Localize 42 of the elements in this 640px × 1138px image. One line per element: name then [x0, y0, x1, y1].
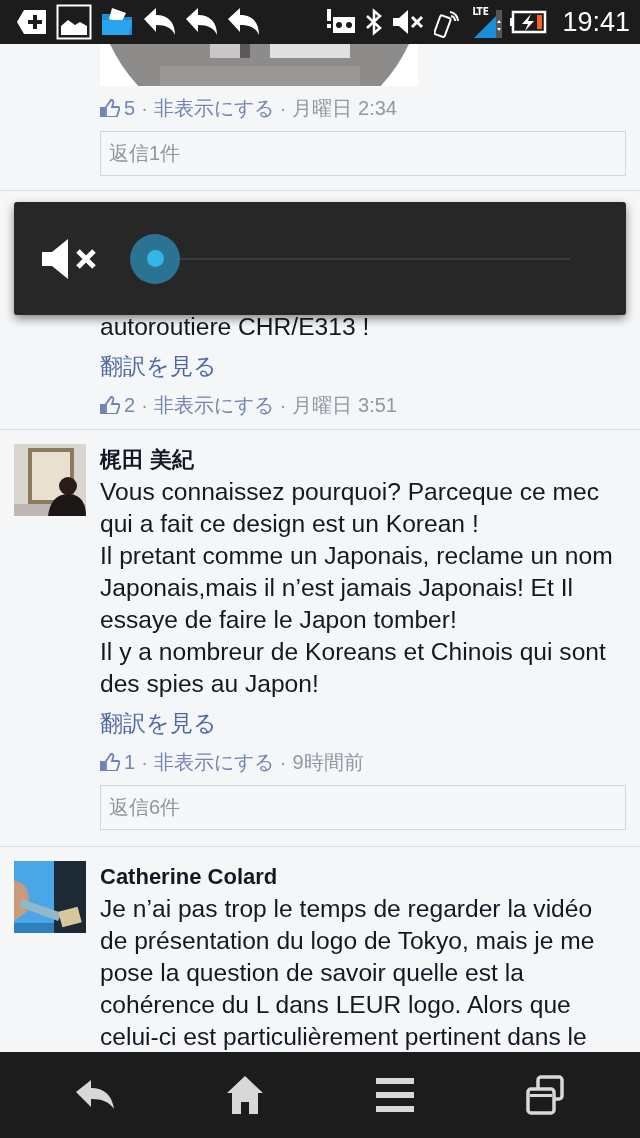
clock-time: 19:41 — [562, 6, 630, 38]
see-translation-link[interactable]: 翻訳を見る — [100, 349, 217, 383]
thumbs-up-icon[interactable] — [100, 99, 120, 117]
back-icon[interactable] — [76, 1080, 114, 1110]
see-translation-link[interactable]: 翻訳を見る — [100, 706, 217, 740]
hide-link[interactable]: 非表示にする — [153, 748, 274, 776]
author-name[interactable]: Catherine Colard — [100, 861, 626, 893]
home-icon[interactable] — [227, 1076, 263, 1114]
separator-dot: · — [279, 96, 287, 121]
reply-icon — [142, 7, 176, 37]
image-icon — [56, 4, 92, 40]
separator-dot: · — [279, 393, 287, 418]
reply-icon — [226, 7, 260, 37]
like-count: 1 — [124, 750, 136, 775]
recent-apps-icon[interactable] — [526, 1075, 564, 1115]
network-label: LTE — [472, 6, 489, 17]
thumbs-up-icon[interactable] — [100, 753, 120, 771]
hide-link[interactable]: 非表示にする — [153, 391, 274, 419]
replies-button[interactable]: 返信1件 — [100, 131, 626, 176]
comment-time: 月曜日 3:51 — [292, 393, 397, 418]
separator-dot: · — [279, 750, 287, 775]
hide-link[interactable]: 非表示にする — [153, 94, 274, 122]
separator-dot: · — [141, 393, 148, 418]
separator-dot: · — [141, 96, 148, 121]
folder-icon — [100, 6, 134, 38]
comment-time: 9時間前 — [292, 750, 364, 775]
author-name[interactable]: 梶田 美紀 — [100, 444, 626, 476]
like-count: 2 — [124, 393, 136, 418]
replies-button[interactable]: 返信6件 — [100, 785, 626, 830]
comment-text: autoroutiere CHR/E313 ! — [100, 312, 371, 342]
thumbs-up-icon[interactable] — [100, 396, 120, 414]
comment-text: Il y a nombreur de Koreans et Chinois qui sont des spies au Japon! — [100, 637, 607, 699]
comment-text: Il pretant comme un Japonais, reclame un nom Japonais,mais il n’est jamais Japonais! Et Il essaye de faire le Japon tomber! — [100, 541, 614, 635]
battery-charging-icon — [510, 9, 549, 35]
separator-dot: · — [141, 750, 148, 775]
add-icon — [16, 8, 48, 36]
menu-icon[interactable] — [376, 1078, 414, 1112]
reply-icon — [184, 7, 218, 37]
comment-time: 月曜日 2:34 — [292, 96, 397, 121]
comment-text: Vous connaissez pourquoi? Parceque ce mec qui a fait ce design est un Korean ! — [100, 477, 601, 539]
comment-text: Je n’ai pas trop le temps de regarder la vidéo de présentation du logo de Tokyo, mais je me pose la question de savoir quelle est la cohérence du L dans LEUR logo. Alors que celui-ci est particulièrement pertinent dans le — [100, 894, 596, 1052]
like-count: 5 — [124, 96, 136, 121]
